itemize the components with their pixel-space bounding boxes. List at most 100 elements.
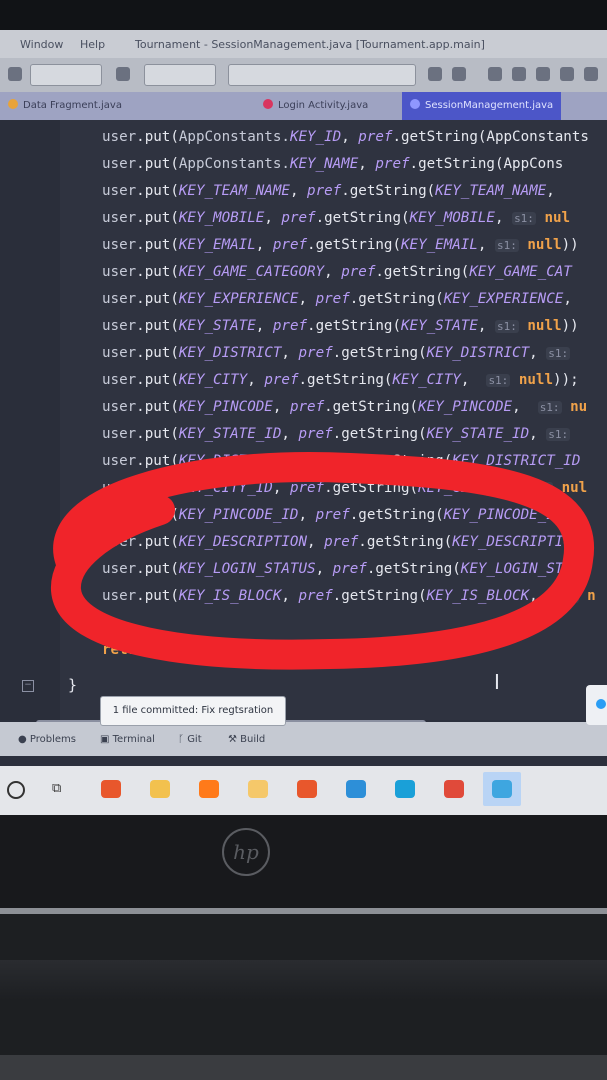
- hp-logo: hp: [222, 828, 270, 876]
- code-line[interactable]: user.put(AppConstants.KEY_ID, pref.getSt…: [102, 124, 607, 151]
- code-token: .getString(: [307, 318, 401, 334]
- code-line[interactable]: user.put(KEY_MOBILE, pref.getString(KEY_…: [102, 205, 607, 232]
- code-line[interactable]: user.put(KEY_TEAM_NAME, pref.getString(K…: [102, 178, 607, 205]
- code-line[interactable]: user.put(KEY_EMAIL, pref.getString(KEY_E…: [102, 232, 607, 259]
- office-icon[interactable]: [98, 778, 122, 800]
- problems-tab[interactable]: ● Problems: [18, 734, 76, 745]
- avd-manager-icon[interactable]: [560, 67, 574, 81]
- debug-icon[interactable]: [452, 67, 466, 81]
- commit-toast[interactable]: 1 file committed: Fix regtsration: [100, 696, 286, 726]
- hammer-icon[interactable]: [116, 67, 130, 81]
- code-token: .put(: [136, 291, 179, 307]
- firefox-icon[interactable]: [196, 778, 220, 800]
- code-token: )): [561, 237, 579, 253]
- code-token: ,: [529, 345, 547, 361]
- code-token: )): [561, 318, 579, 334]
- laptop-lower-bezel: [0, 815, 607, 915]
- code-token: ,: [247, 372, 265, 388]
- build-tab[interactable]: ⚒ Build: [228, 734, 265, 745]
- chrome-icon[interactable]: [441, 778, 465, 800]
- code-token: KEY_EXPERIENCE: [443, 291, 564, 307]
- code-token: .put(: [136, 237, 179, 253]
- terminal-tab[interactable]: ▣ Terminal: [100, 734, 155, 745]
- menu-window[interactable]: Window: [20, 38, 63, 51]
- laptop-screen: Window Help Tournament - SessionManageme…: [0, 30, 607, 815]
- code-line[interactable]: user.put(AppConstants.KEY_NAME, pref.get…: [102, 151, 607, 178]
- file-explorer-icon[interactable]: [147, 778, 171, 800]
- java-file-icon: [263, 99, 273, 109]
- code-token: pref: [307, 183, 342, 199]
- tool-window-bar: ● Problems ▣ Terminal ᚴ Git ⚒ Build: [0, 722, 607, 756]
- code-token: ,: [324, 264, 342, 280]
- code-token: ,: [546, 183, 564, 199]
- code-token: KEY_DISTRICT: [426, 345, 530, 361]
- code-token: .getString(: [324, 399, 419, 415]
- git-tab[interactable]: ᚴ Git: [178, 734, 202, 745]
- code-token: KEY_CITY: [178, 372, 248, 388]
- code-token: .put(: [136, 129, 179, 145]
- code-token: ,: [477, 237, 495, 253]
- profile-icon[interactable]: [488, 67, 502, 81]
- code-token: .put(: [136, 345, 179, 361]
- parameter-hint: s1:: [494, 320, 519, 333]
- code-token: null: [510, 372, 554, 388]
- code-token: user: [102, 291, 137, 307]
- code-token: KEY_DISTRICT: [178, 345, 282, 361]
- bottom-edge: [0, 1055, 607, 1080]
- tab-data-fragment[interactable]: Data Fragment.java: [0, 92, 130, 120]
- code-line[interactable]: user.put(KEY_GAME_CATEGORY, pref.getStri…: [102, 259, 607, 286]
- code-line[interactable]: user.put(KEY_STATE, pref.getString(KEY_S…: [102, 313, 607, 340]
- fold-icon[interactable]: −: [22, 680, 34, 692]
- closing-brace: }: [68, 676, 78, 694]
- code-line[interactable]: user.put(KEY_CITY, pref.getString(KEY_CI…: [102, 367, 607, 394]
- stop-icon[interactable]: [512, 67, 526, 81]
- sdk-manager-icon[interactable]: [536, 67, 550, 81]
- toolbar-button-icon[interactable]: [8, 67, 22, 81]
- code-token: ,: [264, 210, 282, 226]
- code-token: ,: [289, 183, 308, 199]
- code-line[interactable]: user.put(KEY_PINCODE, pref.getString(KEY…: [102, 394, 607, 421]
- hammer-icon: ⚒: [228, 734, 241, 745]
- deck-reflection: [0, 960, 607, 1000]
- code-token: .put(: [136, 210, 179, 226]
- code-token: ,: [494, 210, 513, 226]
- office-2-icon[interactable]: [294, 778, 318, 800]
- task-view-icon[interactable]: ⧉: [52, 781, 68, 797]
- tab-session-management[interactable]: SessionManagement.java: [402, 92, 562, 120]
- run-config-combo[interactable]: [144, 64, 216, 86]
- edge-icon[interactable]: [392, 778, 416, 800]
- code-token: user: [102, 345, 137, 361]
- code-token: .put(: [136, 264, 179, 280]
- menu-help[interactable]: Help: [80, 38, 105, 51]
- search-circle-icon[interactable]: [7, 781, 25, 799]
- mail-icon[interactable]: [343, 778, 367, 800]
- notification-icon[interactable]: [586, 685, 607, 725]
- store-icon: [248, 780, 268, 798]
- parameter-hint: s1:: [512, 212, 536, 225]
- sync-icon[interactable]: [428, 67, 442, 81]
- java-file-icon: [410, 99, 420, 109]
- code-token: KEY_TEAM_NAME: [435, 183, 547, 199]
- code-token: user: [102, 318, 137, 334]
- code-token: AppConstants.: [178, 129, 290, 145]
- code-token: .getString(: [341, 183, 436, 199]
- module-combo[interactable]: [30, 64, 102, 86]
- code-line[interactable]: user.put(KEY_EXPERIENCE, pref.getString(…: [102, 286, 607, 313]
- tab-login-activity[interactable]: Login Activity.java: [255, 92, 376, 120]
- chrome-icon: [444, 780, 464, 798]
- code-token: .put(: [136, 156, 179, 172]
- code-token: user: [102, 264, 137, 280]
- code-line[interactable]: user.put(KEY_DISTRICT, pref.getString(KE…: [102, 340, 607, 367]
- code-token: pref: [298, 345, 333, 361]
- code-token: user: [102, 183, 137, 199]
- code-token: .getString(AppCons: [409, 156, 564, 172]
- store-icon[interactable]: [245, 778, 269, 800]
- java-file-icon: [8, 99, 18, 109]
- search-icon[interactable]: [584, 67, 598, 81]
- android-studio-icon[interactable]: [483, 772, 521, 806]
- parameter-hint: s1:: [537, 401, 562, 414]
- device-combo[interactable]: [228, 64, 416, 86]
- code-editor[interactable]: user.put(AppConstants.KEY_ID, pref.getSt…: [0, 120, 607, 720]
- code-token: pref: [272, 318, 308, 334]
- code-token: KEY_GAME_CAT: [469, 264, 572, 280]
